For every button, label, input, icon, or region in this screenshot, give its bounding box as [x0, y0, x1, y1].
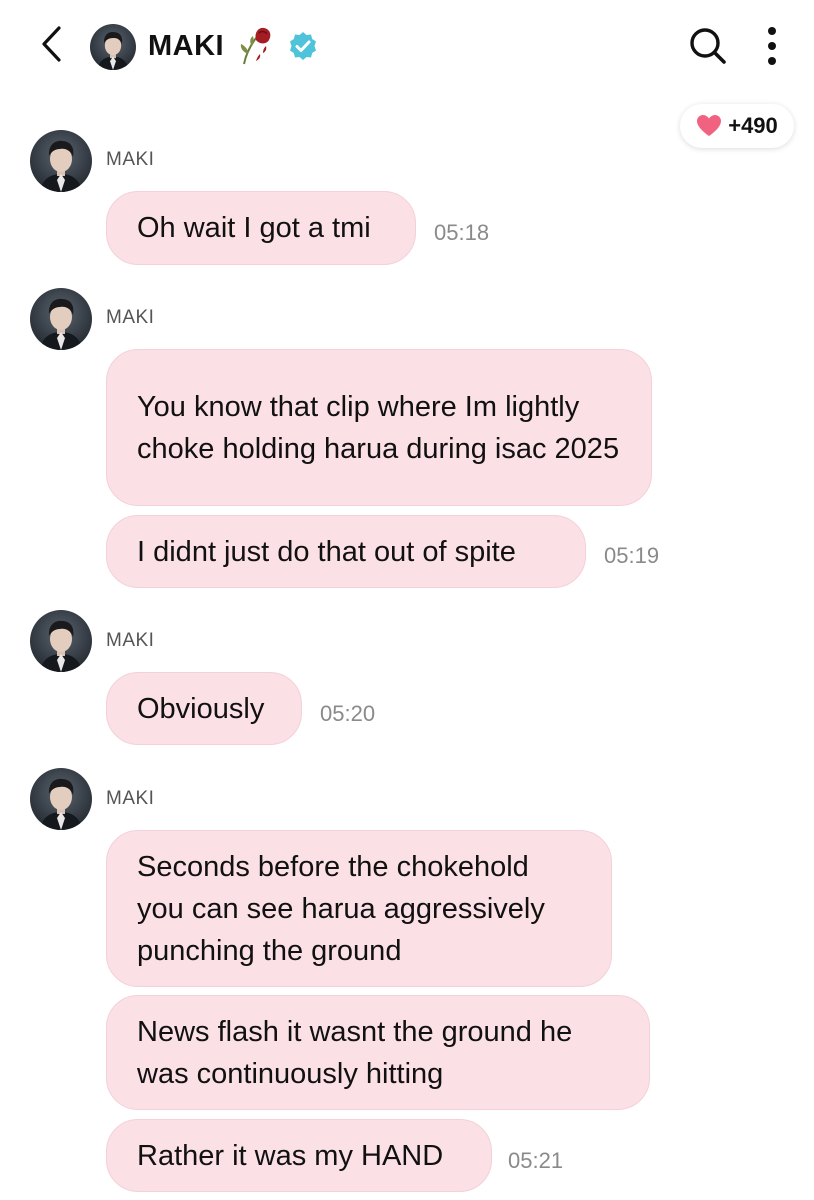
- message-bubble[interactable]: I didnt just do that out of spite: [106, 515, 586, 588]
- message-bubble[interactable]: You know that clip where Im lightly chok…: [106, 349, 652, 506]
- wilted-rose-icon: [240, 27, 271, 65]
- message-bubble[interactable]: Obviously: [106, 672, 302, 745]
- sender-name: MAKI: [106, 788, 155, 809]
- sender-name: MAKI: [106, 307, 155, 328]
- message-timestamp: 05:20: [320, 701, 376, 726]
- message-bubble[interactable]: News flash it wasnt the ground he was co…: [106, 995, 650, 1110]
- back-icon: [42, 26, 61, 62]
- message-timestamp: 05:21: [508, 1148, 564, 1173]
- verified-badge-icon: [290, 32, 316, 60]
- message-bubble[interactable]: Rather it was my HAND: [106, 1119, 492, 1192]
- sender-avatar[interactable]: [30, 610, 92, 672]
- more-options-button[interactable]: [752, 24, 792, 68]
- message-bubble[interactable]: Seconds before the chokehold you can see…: [106, 830, 612, 987]
- sender-avatar[interactable]: [30, 288, 92, 350]
- sender-name: MAKI: [106, 630, 155, 651]
- chat-header: MAKI: [0, 0, 814, 92]
- contact-name: MAKI: [148, 30, 225, 62]
- sender-avatar[interactable]: [30, 768, 92, 830]
- more-vertical-icon: [768, 27, 776, 65]
- message-timestamp: 05:18: [434, 220, 490, 245]
- sender-name: MAKI: [106, 149, 155, 170]
- like-count-badge[interactable]: +490: [680, 104, 794, 148]
- chat-screen: MAKI +490 MAKI Oh wait I got a tmi 05:18…: [0, 0, 814, 1200]
- like-count: +490: [728, 113, 778, 138]
- header-avatar[interactable]: [90, 24, 136, 70]
- search-icon: [690, 28, 726, 64]
- search-button[interactable]: [686, 24, 730, 68]
- back-button[interactable]: [30, 22, 74, 66]
- heart-icon: [697, 115, 722, 136]
- message-bubble[interactable]: Oh wait I got a tmi: [106, 191, 416, 265]
- message-timestamp: 05:19: [604, 543, 660, 568]
- sender-avatar[interactable]: [30, 130, 92, 192]
